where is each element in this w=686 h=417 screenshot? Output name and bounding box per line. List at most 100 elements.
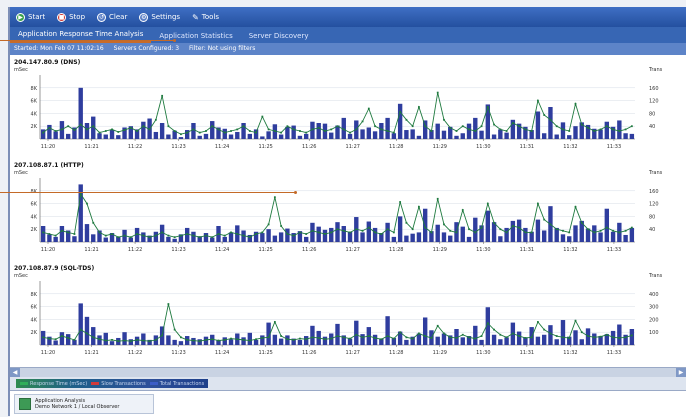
line-point <box>180 234 182 237</box>
line-point <box>580 331 583 334</box>
line-point <box>173 130 176 132</box>
line-point <box>186 131 189 134</box>
data-bar <box>491 222 497 242</box>
line-point <box>255 131 257 134</box>
line-point <box>355 333 358 336</box>
line-point <box>624 229 627 232</box>
line-point <box>286 233 289 235</box>
stop-button[interactable]: ■ Stop <box>57 12 85 22</box>
data-bar <box>329 227 334 242</box>
data-bar <box>278 338 284 345</box>
x-tick-label: 11:21 <box>84 350 98 356</box>
line-point <box>154 118 157 121</box>
line-point <box>405 221 408 224</box>
line-point <box>505 130 508 132</box>
data-bar <box>416 232 422 242</box>
line-point <box>518 125 521 128</box>
line-point <box>499 128 502 131</box>
horizontal-scrollbar[interactable]: ◀ ▶ <box>10 367 686 377</box>
legend-label-response: Response Time (mSec) <box>30 380 88 387</box>
data-bar <box>541 133 547 139</box>
line-point <box>486 106 489 108</box>
data-bar <box>441 232 447 242</box>
line-point <box>142 339 145 342</box>
start-button[interactable]: ▶ Start <box>16 12 45 22</box>
data-bar <box>247 133 253 139</box>
data-bar <box>97 133 102 139</box>
data-bar <box>191 337 196 345</box>
observer-item[interactable]: Application Analysis Demo Network 1 / Lo… <box>14 394 154 414</box>
line-point <box>418 205 420 208</box>
line-point <box>355 128 358 131</box>
data-bar <box>260 335 265 345</box>
line-point <box>599 128 602 131</box>
y2-tick-label: 200 <box>649 317 659 323</box>
legend-item-total: Total Transactions <box>149 380 205 387</box>
line-point <box>493 221 495 224</box>
y2-tick-label: 40 <box>649 227 655 233</box>
x-tick-label: 11:23 <box>171 144 185 150</box>
data-bar <box>285 335 290 345</box>
data-bar <box>53 236 58 242</box>
data-bar <box>541 334 547 345</box>
line-point <box>111 233 113 235</box>
data-bar <box>441 130 447 139</box>
scroll-right-icon[interactable]: ▶ <box>676 368 686 377</box>
data-bar <box>535 336 541 345</box>
data-bar <box>303 133 309 139</box>
line-point <box>574 205 577 208</box>
line-point <box>211 125 214 128</box>
line-point <box>223 234 226 237</box>
line-point <box>92 336 95 339</box>
data-bar <box>366 221 372 242</box>
settings-button[interactable]: ⚙ Settings <box>139 12 180 22</box>
clear-button[interactable]: ↺ Clear <box>97 12 127 22</box>
legend-label-total: Total Transactions <box>159 380 205 387</box>
line-point <box>154 338 157 341</box>
data-bar <box>347 133 353 139</box>
data-bar <box>203 133 209 139</box>
line-point <box>386 130 389 132</box>
line-point <box>292 234 295 237</box>
line-point <box>624 128 627 131</box>
data-bar <box>416 135 422 139</box>
data-bar <box>141 333 146 345</box>
line-point <box>374 125 376 128</box>
line-point <box>317 126 320 129</box>
line-point <box>480 226 483 229</box>
line-point <box>198 340 201 343</box>
data-bar <box>448 235 453 242</box>
tab-server-discovery[interactable]: Server Discovery <box>241 30 317 43</box>
tools-button[interactable]: ✎ Tools <box>192 13 219 22</box>
y2-tick-label: 100 <box>649 330 659 336</box>
line-point <box>424 226 427 229</box>
x-tick-label: 11:30 <box>476 247 490 253</box>
y2-axis-label: Trans <box>648 273 663 279</box>
line-point <box>330 128 333 131</box>
line-point <box>349 131 351 134</box>
line-point <box>54 234 57 237</box>
line-point <box>273 130 276 132</box>
line-point <box>568 337 571 339</box>
data-bar <box>466 123 472 139</box>
line-point <box>524 231 527 234</box>
x-tick-label: 11:31 <box>520 144 534 150</box>
line-point <box>399 110 402 113</box>
data-bar <box>623 334 628 345</box>
x-tick-label: 11:29 <box>433 350 447 356</box>
data-bar <box>222 236 227 242</box>
x-tick-label: 11:31 <box>520 350 534 356</box>
line-point <box>624 336 627 339</box>
line-point <box>336 228 339 231</box>
line-point <box>524 337 527 339</box>
data-bar <box>78 303 83 345</box>
tab-application-statistics[interactable]: Application Statistics <box>151 30 240 43</box>
data-bar <box>460 226 465 242</box>
data-bar <box>103 134 108 139</box>
app-window: ▶ Start ■ Stop ↺ Clear ⚙ Settings ✎ Tool… <box>8 7 686 417</box>
scroll-left-icon[interactable]: ◀ <box>10 368 20 377</box>
data-bar <box>59 226 65 242</box>
line-point <box>593 231 596 234</box>
data-bar <box>560 234 566 242</box>
line-point <box>54 130 57 132</box>
